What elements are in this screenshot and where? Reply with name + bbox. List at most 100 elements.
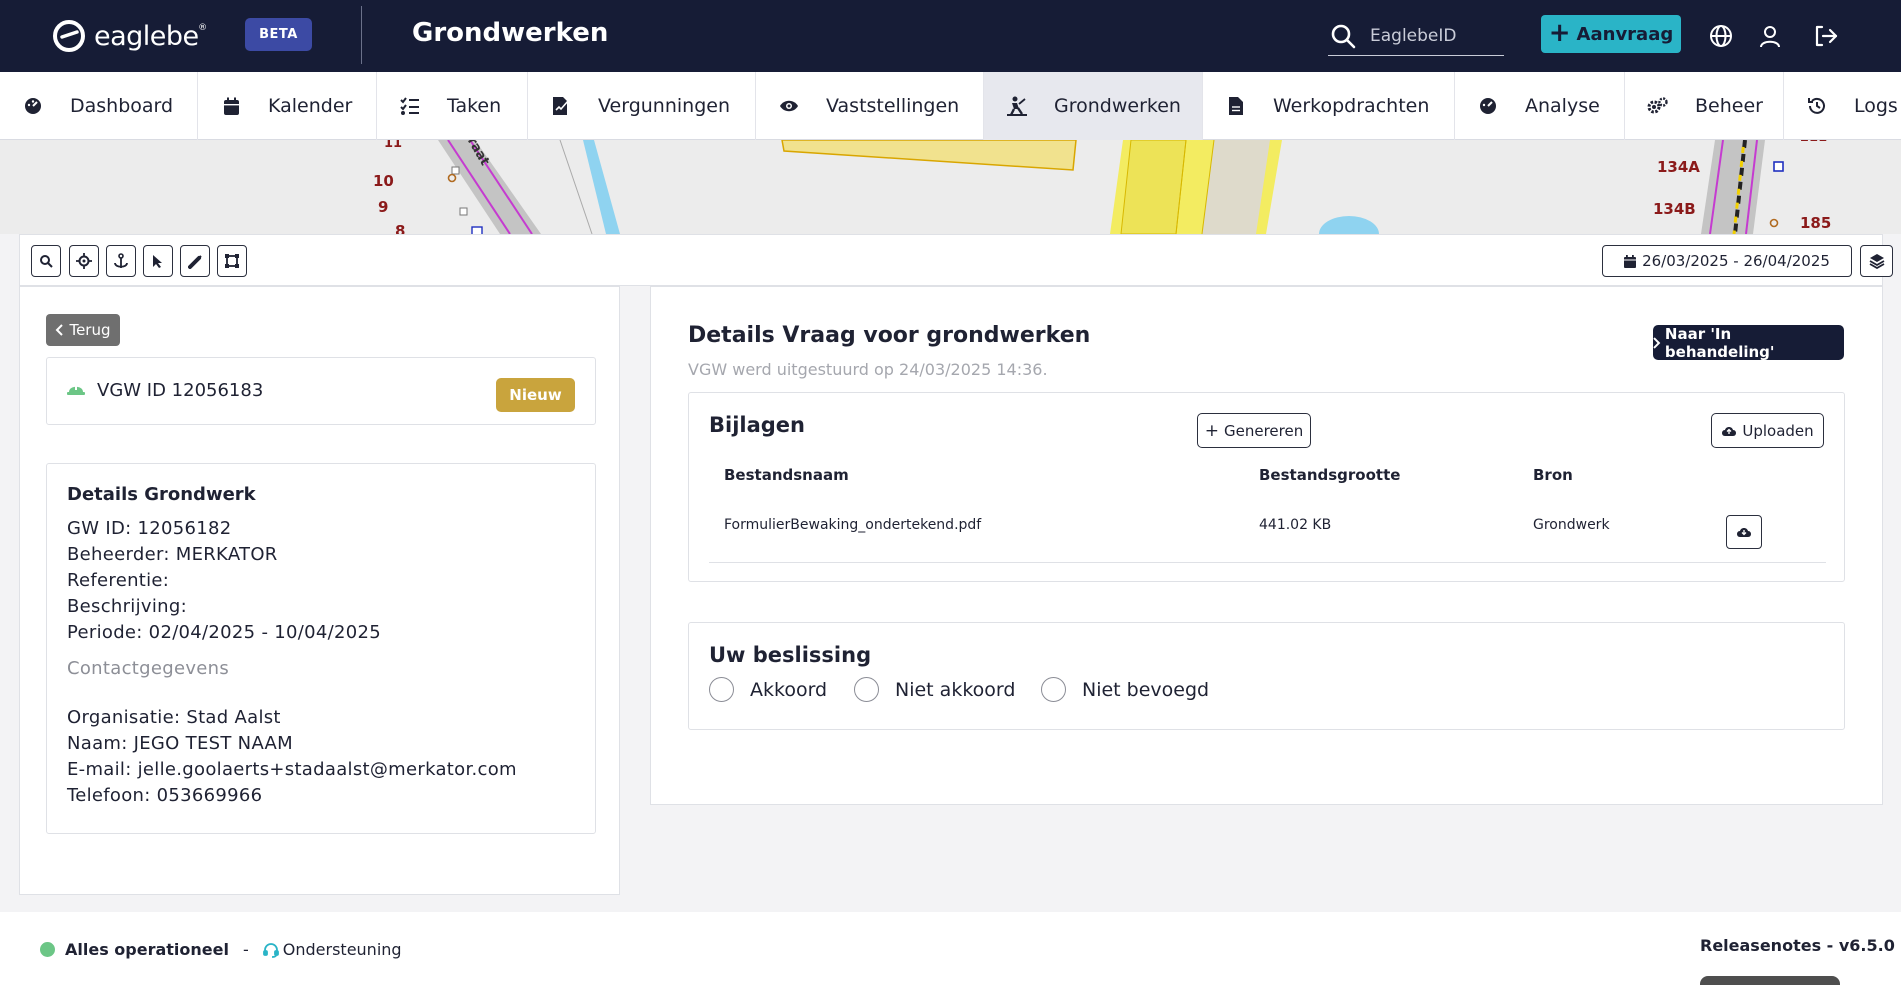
anchor-icon[interactable]: [106, 245, 136, 277]
right-panel: Details Vraag voor grondwerken VGW werd …: [650, 286, 1883, 805]
map-label: 9: [378, 198, 389, 216]
column-header-filename: Bestandsnaam: [724, 466, 849, 484]
date-range-label: 26/03/2025 - 26/04/2025: [1642, 252, 1830, 270]
chevron-left-icon: [56, 324, 64, 336]
search-box: [1328, 17, 1504, 56]
left-panel: Terug VGW ID 12056183 Nieuw Details Gron…: [19, 286, 620, 895]
header-divider: [361, 6, 362, 64]
radio-circle[interactable]: [854, 677, 879, 702]
footer: Alles operationeel - Ondersteuning Relea…: [0, 912, 1901, 985]
map-label: 211: [1800, 140, 1827, 145]
locate-icon[interactable]: [69, 245, 99, 277]
map-label: 134A: [1657, 158, 1700, 176]
nav-item-vergunningen[interactable]: Vergunningen: [528, 72, 756, 140]
pointer-icon[interactable]: [143, 245, 173, 277]
column-header-filesize: Bestandsgrootte: [1259, 466, 1401, 484]
top-bar: eaglebe® BETA Grondwerken + Aanvraag: [0, 0, 1901, 72]
nav-item-dashboard[interactable]: Dashboard: [0, 72, 198, 140]
decision-title: Uw beslissing: [709, 643, 872, 667]
status-badge: Nieuw: [496, 378, 575, 412]
logo-text: eaglebe ®: [94, 20, 207, 52]
attachment-filename[interactable]: FormulierBewaking_ondertekend.pdf: [724, 517, 981, 533]
vgw-title: VGW ID 12056183: [97, 380, 264, 401]
floating-button[interactable]: [1700, 976, 1840, 985]
column-header-source: Bron: [1533, 466, 1573, 484]
tasks-icon: [399, 95, 421, 117]
release-notes-link[interactable]: Releasenotes - v6.5.0: [1700, 936, 1895, 955]
radio-niet-bevoegd[interactable]: Niet bevoegd: [1041, 677, 1209, 702]
plus-icon: +: [1204, 420, 1219, 441]
radio-circle[interactable]: [709, 677, 734, 702]
system-status: Alles operationeel - Ondersteuning: [40, 940, 402, 959]
radio-circle[interactable]: [1041, 677, 1066, 702]
nav-item-vaststellingen[interactable]: Vaststellingen: [756, 72, 984, 140]
contact-heading: Contactgegevens: [67, 658, 230, 679]
chevron-right-icon: [1653, 336, 1661, 349]
map-label: 10: [373, 172, 394, 190]
map-label: 185: [1800, 214, 1832, 232]
map-label: 134B: [1653, 200, 1696, 218]
main-navigation: Dashboard Kalender Taken Vergunningen Va…: [0, 72, 1901, 140]
logout-icon[interactable]: [1812, 22, 1840, 50]
status-text: Alles operationeel: [65, 940, 229, 959]
user-icon[interactable]: [1756, 22, 1784, 50]
beschrijving: Beschrijving:: [67, 596, 187, 617]
gw-id: GW ID: 12056182: [67, 518, 232, 539]
referentie: Referentie:: [67, 570, 170, 591]
search-input[interactable]: [1370, 26, 1500, 46]
beta-badge: BETA: [245, 18, 312, 51]
attachments-title: Bijlagen: [709, 413, 805, 437]
dashboard-icon: [22, 95, 44, 117]
globe-icon[interactable]: [1707, 22, 1735, 50]
cloud-upload-icon: [1722, 426, 1737, 436]
vgw-card: VGW ID 12056183 Nieuw: [46, 357, 596, 425]
headset-icon: [262, 942, 279, 958]
ruler-icon[interactable]: [180, 245, 210, 277]
digging-icon: [1006, 95, 1028, 117]
date-range-button[interactable]: 26/03/2025 - 26/04/2025: [1602, 245, 1852, 277]
map-canvas: [438, 140, 1784, 234]
nav-item-kalender[interactable]: Kalender: [198, 72, 377, 140]
new-request-button[interactable]: + Aanvraag: [1541, 15, 1681, 53]
history-icon: [1806, 95, 1828, 117]
nav-item-grondwerken[interactable]: Grondwerken: [984, 72, 1203, 140]
attachment-source: Grondwerk: [1533, 517, 1610, 533]
upload-button[interactable]: Uploaden: [1711, 413, 1824, 448]
details-grondwerk-card: Details Grondwerk GW ID: 12056182 Beheer…: [46, 463, 596, 834]
beheerder: Beheerder: MERKATOR: [67, 544, 278, 565]
nav-item-taken[interactable]: Taken: [377, 72, 528, 140]
attachment-filesize: 441.02 KB: [1259, 517, 1332, 533]
layers-icon[interactable]: [1860, 245, 1893, 277]
nav-item-werkopdrachten[interactable]: Werkopdrachten: [1203, 72, 1455, 140]
gauge-icon: [1477, 95, 1499, 117]
zoom-icon[interactable]: [31, 245, 61, 277]
eaglebe-logo[interactable]: eaglebe ®: [52, 18, 207, 54]
support-link[interactable]: Ondersteuning: [262, 940, 402, 959]
cloud-download-icon: [1737, 528, 1751, 537]
status-dot: [40, 942, 55, 957]
document-icon: [1225, 95, 1247, 117]
periode: Periode: 02/04/2025 - 10/04/2025: [67, 622, 382, 643]
map-view[interactable]: 11 10 9 8 raat 134A 134B 185 211: [0, 140, 1901, 234]
details-vraag-title: Details Vraag voor grondwerken: [688, 323, 1091, 348]
email: E-mail: jelle.goolaerts+stadaalst@merkat…: [67, 759, 517, 780]
permit-icon: [550, 95, 572, 117]
nav-item-analyse[interactable]: Analyse: [1455, 72, 1625, 140]
radio-akkoord[interactable]: Akkoord: [709, 677, 827, 702]
page-title: Grondwerken: [412, 18, 609, 48]
nav-item-logs[interactable]: Logs: [1784, 72, 1901, 140]
sent-timestamp: VGW werd uitgestuurd op 24/03/2025 14:36…: [688, 360, 1048, 379]
download-button[interactable]: [1726, 515, 1762, 549]
attachments-card: Bijlagen + Genereren Uploaden Bestandsna…: [688, 392, 1845, 582]
decision-card: Uw beslissing Akkoord Niet akkoord Niet …: [688, 622, 1845, 730]
organisatie: Organisatie: Stad Aalst: [67, 707, 281, 728]
table-divider: [709, 562, 1826, 563]
radio-niet-akkoord[interactable]: Niet akkoord: [854, 677, 1015, 702]
plus-icon: +: [1548, 17, 1571, 48]
move-to-in-progress-button[interactable]: Naar 'In behandeling': [1653, 325, 1844, 361]
nav-item-beheer[interactable]: Beheer: [1625, 72, 1784, 140]
polygon-icon[interactable]: [217, 245, 247, 277]
search-icon[interactable]: [1330, 23, 1356, 49]
generate-button[interactable]: + Genereren: [1197, 413, 1311, 448]
back-button[interactable]: Terug: [46, 314, 120, 346]
